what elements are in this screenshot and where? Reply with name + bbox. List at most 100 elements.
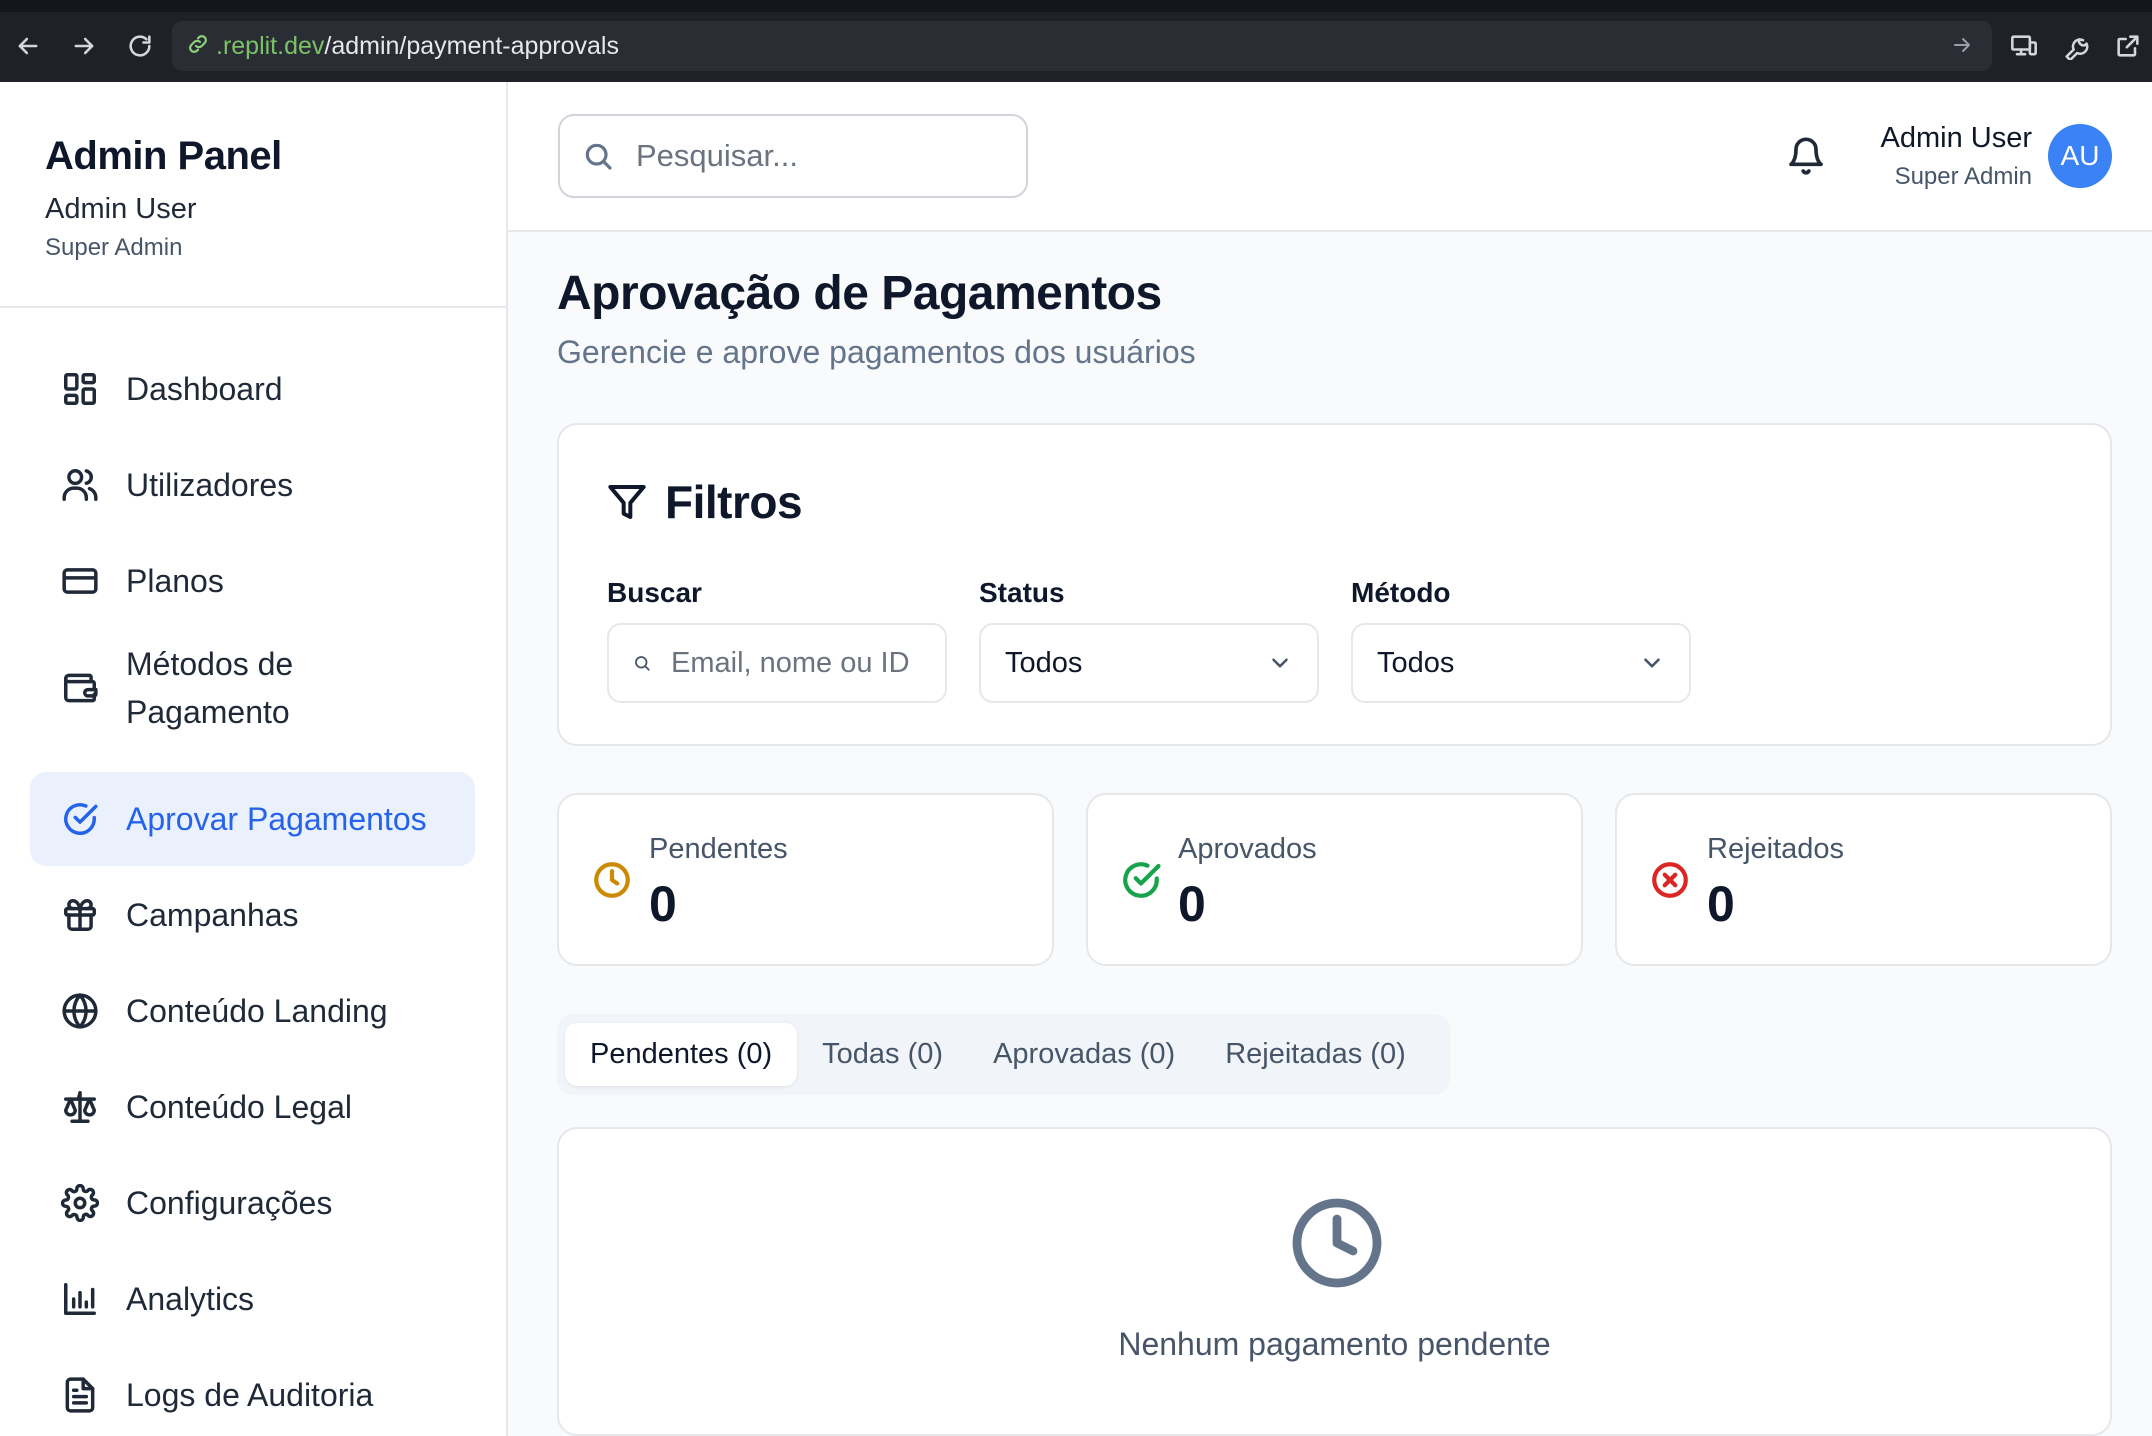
search-filter-label: Buscar: [607, 577, 702, 608]
method-filter-label: Método: [1351, 577, 1451, 608]
check-circle-icon: [64, 803, 98, 835]
sidebar-item-approve-payments[interactable]: Aprovar Pagamentos: [30, 772, 475, 866]
external-link-icon: [2117, 35, 2139, 57]
search-filter-input[interactable]: [671, 646, 921, 680]
status-select[interactable]: Todos: [979, 623, 1319, 703]
search-filter-box[interactable]: [607, 623, 947, 703]
reload-button[interactable]: [124, 30, 156, 62]
clock-icon: [594, 862, 630, 898]
sidebar-item-label: Logs de Auditoria: [126, 1377, 374, 1413]
filter-icon: [608, 485, 646, 519]
search-icon: [585, 143, 612, 170]
sidebar-item-label: Utilizadores: [126, 467, 294, 503]
sidebar-item-campaigns[interactable]: Campanhas: [30, 868, 475, 962]
sidebar-item-users[interactable]: Utilizadores: [30, 438, 475, 532]
page-subtitle: Gerencie e aprove pagamentos dos usuário…: [557, 334, 1196, 370]
url-path: /admin/payment-approvals: [324, 31, 619, 60]
scale-icon: [64, 1091, 96, 1123]
status-select-value: Todos: [1005, 646, 1083, 679]
filters-card: Filtros Buscar Status Todos Método Todos: [557, 423, 2112, 746]
check-circle-icon: [1123, 862, 1161, 898]
status-filter: Status Todos: [979, 577, 1319, 703]
sidebar-item-label: Configurações: [126, 1185, 333, 1221]
gear-icon: [61, 1184, 99, 1222]
arrow-right-icon: [74, 37, 94, 55]
open-external-button[interactable]: [2112, 30, 2144, 62]
url-bar[interactable]: .replit.dev/admin/payment-approvals: [172, 21, 1992, 71]
stat-label: Pendentes: [649, 833, 788, 865]
reload-icon: [129, 35, 151, 57]
stat-value: 0: [1178, 876, 1206, 932]
brand: Admin Panel Admin User Super Admin: [45, 134, 282, 262]
sidebar-user-name: Admin User: [45, 193, 197, 225]
wrench-icon: [2065, 38, 2089, 60]
topbar-user-role: Super Admin: [1894, 163, 2032, 190]
devices-button[interactable]: [2008, 30, 2040, 62]
stat-value: 0: [1707, 876, 1735, 932]
users-icon: [62, 469, 98, 501]
url-host: .replit.dev: [216, 31, 325, 60]
stat-label: Rejeitados: [1707, 833, 1845, 865]
browser-chrome: .replit.dev/admin/payment-approvals: [0, 0, 2152, 82]
x-circle-icon: [1652, 862, 1688, 898]
sidebar-item-audit-logs[interactable]: Logs de Auditoria: [30, 1348, 475, 1436]
credit-card-icon: [62, 568, 98, 594]
global-search-input[interactable]: [636, 138, 1016, 174]
sidebar-item-label: Dashboard: [126, 371, 283, 407]
topbar-user-name: Admin User: [1880, 122, 2033, 154]
globe-icon: [62, 993, 98, 1029]
search-icon: [635, 656, 650, 671]
sidebar-user-role: Super Admin: [45, 234, 183, 261]
method-select[interactable]: Todos: [1351, 623, 1691, 703]
wallet-icon: [64, 673, 98, 703]
gift-icon: [64, 899, 96, 931]
sidebar-item-label: Planos: [126, 563, 224, 599]
stat-card-approved: Aprovados 0: [1086, 793, 1583, 966]
tab-strip: [0, 0, 2152, 12]
stat-value: 0: [649, 876, 677, 932]
sidebar-item-analytics[interactable]: Analytics: [30, 1252, 475, 1346]
stat-card-pending: Pendentes 0: [557, 793, 1054, 966]
devices-icon: [2011, 35, 2037, 56]
filters-title: Filtros: [665, 476, 803, 528]
topbar: Admin User Super Admin AU: [508, 82, 2152, 232]
dashboard-icon: [64, 373, 96, 405]
sidebar-item-payment-methods[interactable]: Métodos de Pagamento: [30, 631, 475, 745]
sidebar-item-plans[interactable]: Planos: [30, 534, 475, 628]
filters-header: Filtros: [607, 475, 803, 529]
tab-all[interactable]: Todas (0): [797, 1023, 968, 1086]
clock-icon: [1292, 1198, 1382, 1288]
link-icon: [186, 32, 210, 61]
sidebar-item-legal-content[interactable]: Conteúdo Legal: [30, 1060, 475, 1154]
method-select-value: Todos: [1377, 646, 1455, 679]
tab-rejected[interactable]: Rejeitadas (0): [1200, 1023, 1431, 1086]
sidebar-item-landing-content[interactable]: Conteúdo Landing: [30, 964, 475, 1058]
sidebar-item-dashboard[interactable]: Dashboard: [30, 342, 475, 436]
sidebar-item-label: Conteúdo Legal: [126, 1089, 352, 1125]
forward-button[interactable]: [68, 30, 100, 62]
empty-state-message: Nenhum pagamento pendente: [1118, 1326, 1551, 1362]
bar-chart-icon: [64, 1283, 96, 1315]
sidebar-item-label: Analytics: [126, 1281, 255, 1317]
sidebar: Admin Panel Admin User Super Admin Dashb…: [0, 82, 508, 1436]
avatar[interactable]: AU: [2048, 124, 2112, 188]
stat-card-rejected: Rejeitados 0: [1615, 793, 2112, 966]
sidebar-item-label: Aprovar Pagamentos: [126, 801, 427, 837]
status-filter-label: Status: [979, 577, 1065, 608]
sidebar-item-settings[interactable]: Configurações: [30, 1156, 475, 1250]
file-text-icon: [65, 1377, 95, 1413]
tools-button[interactable]: [2060, 30, 2092, 62]
payment-tabs: Pendentes (0) Todas (0) Aprovadas (0) Re…: [557, 1014, 1450, 1095]
page-title: Aprovação de Pagamentos: [557, 267, 1162, 320]
global-search[interactable]: [558, 114, 1028, 198]
arrow-left-icon: [18, 37, 38, 55]
brand-title: Admin Panel: [45, 134, 282, 178]
back-button[interactable]: [12, 30, 44, 62]
tab-pending[interactable]: Pendentes (0): [565, 1023, 798, 1086]
url-go-icon[interactable]: [1950, 33, 1974, 62]
tab-approved[interactable]: Aprovadas (0): [968, 1023, 1200, 1086]
sidebar-item-label: Conteúdo Landing: [126, 993, 388, 1029]
sidebar-item-label: Métodos de Pagamento: [126, 646, 294, 730]
topbar-user[interactable]: Admin User Super Admin: [1808, 122, 2033, 191]
chevron-down-icon: [1272, 658, 1288, 668]
